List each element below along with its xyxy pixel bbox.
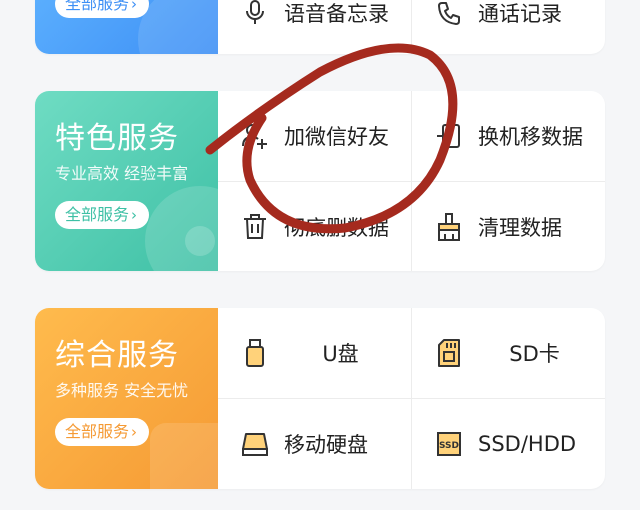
service-grid-basic: 语音备忘录 通话记录 xyxy=(218,0,605,54)
add-user-icon xyxy=(240,121,270,151)
service-item-label: 换机移数据 xyxy=(478,125,583,149)
card-title: 综合服务 xyxy=(55,338,179,373)
usb-drive-icon xyxy=(240,338,270,368)
service-item-call-log[interactable]: 通话记录 xyxy=(412,0,605,54)
service-item-label: 移动硬盘 xyxy=(284,433,368,457)
service-item-wipe-data[interactable]: 彻底删数据 xyxy=(218,182,411,271)
service-item-usb-drive[interactable]: U盘 xyxy=(218,308,411,398)
service-item-label: 彻底删数据 xyxy=(284,216,389,240)
pill-label: 全部服务 xyxy=(65,422,130,441)
service-item-label: 清理数据 xyxy=(478,216,562,240)
service-item-ssd-hdd[interactable]: SSD SSD/HDD xyxy=(412,399,605,489)
chevron-right-icon: › xyxy=(131,0,138,13)
banner-decoration xyxy=(150,423,218,489)
card-banner-basic: 全部服务 › xyxy=(35,0,218,54)
external-hdd-icon xyxy=(240,429,270,459)
svg-text:SSD: SSD xyxy=(439,441,459,451)
pill-label: 全部服务 xyxy=(65,0,130,13)
phone-transfer-icon xyxy=(434,121,464,151)
service-item-add-wechat[interactable]: 加微信好友 xyxy=(218,91,411,181)
all-services-button-general[interactable]: 全部服务 › xyxy=(55,418,150,446)
pill-label: 全部服务 xyxy=(65,205,130,224)
service-item-label: U盘 xyxy=(322,342,359,366)
service-item-label: 加微信好友 xyxy=(284,125,389,149)
banner-decoration xyxy=(138,0,218,54)
service-item-voice-memo[interactable]: 语音备忘录 xyxy=(218,0,411,54)
chevron-right-icon: › xyxy=(131,423,138,441)
card-banner-general: 综合服务 多种服务 安全无忧 全部服务 › xyxy=(35,308,218,489)
service-card-basic: 全部服务 › 语音备忘录 通话记录 xyxy=(35,0,605,54)
service-item-label: SSD/HDD xyxy=(478,432,577,456)
microphone-icon xyxy=(240,0,270,28)
card-subtitle: 专业高效 经验丰富 xyxy=(55,164,189,183)
service-item-label: 通话记录 xyxy=(478,2,562,26)
service-card-general: 综合服务 多种服务 安全无忧 全部服务 › U盘 SD卡 移动硬盘 SSD SS… xyxy=(35,308,605,489)
ssd-icon: SSD xyxy=(434,429,464,459)
service-item-sd-card[interactable]: SD卡 xyxy=(412,308,605,398)
phone-icon xyxy=(434,0,464,28)
service-grid-general: U盘 SD卡 移动硬盘 SSD SSD/HDD xyxy=(218,308,605,489)
card-banner-featured: 特色服务 专业高效 经验丰富 全部服务 › xyxy=(35,91,218,271)
card-subtitle: 多种服务 安全无忧 xyxy=(55,381,189,400)
chevron-right-icon: › xyxy=(131,206,138,224)
sd-card-icon xyxy=(434,338,464,368)
service-item-clean-data[interactable]: 清理数据 xyxy=(412,182,605,271)
service-grid-featured: 加微信好友 换机移数据 彻底删数据 清理数据 xyxy=(218,91,605,271)
service-item-label: 语音备忘录 xyxy=(284,2,389,26)
service-item-phone-transfer[interactable]: 换机移数据 xyxy=(412,91,605,181)
brush-icon xyxy=(434,212,464,242)
trash-icon xyxy=(240,212,270,242)
service-item-external-hdd[interactable]: 移动硬盘 xyxy=(218,399,411,489)
banner-decoration xyxy=(185,226,215,256)
service-card-featured: 特色服务 专业高效 经验丰富 全部服务› 加微信好友 换机移数据 彻底删数据 xyxy=(35,91,605,271)
all-services-button-featured[interactable]: 全部服务 › xyxy=(55,201,150,229)
service-item-label: SD卡 xyxy=(509,342,560,366)
card-title: 特色服务 xyxy=(55,121,179,156)
all-services-button-basic[interactable]: 全部服务 › xyxy=(55,0,150,18)
